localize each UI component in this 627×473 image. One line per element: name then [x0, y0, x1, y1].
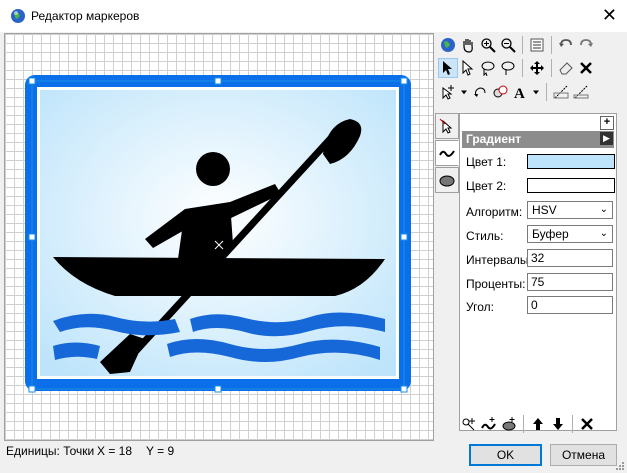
close-icon[interactable]: ✕: [602, 5, 617, 25]
hand-icon[interactable]: [458, 35, 478, 55]
title-bar: Редактор маркеров ✕: [0, 0, 627, 32]
add-section-button[interactable]: +: [600, 116, 614, 130]
svg-text:A: A: [514, 86, 525, 100]
status-y: Y = 9: [146, 444, 175, 458]
intervals-label: Интервалы:: [466, 253, 532, 267]
chevron-right-icon[interactable]: ▶: [600, 132, 613, 145]
separator: [523, 415, 524, 433]
algorithm-select[interactable]: HSV ⌄: [527, 201, 613, 219]
status-bar: Единицы: Точки X = 18 Y = 9: [4, 443, 432, 459]
color1-label: Цвет 1:: [466, 155, 507, 169]
separator: [551, 36, 552, 54]
status-x: X = 18: [97, 444, 133, 458]
move-down-icon[interactable]: [548, 414, 568, 434]
gradient-section-header[interactable]: Градиент ▶: [462, 131, 614, 148]
toolbar-row-3: A: [438, 82, 591, 102]
add-point-icon[interactable]: [438, 82, 458, 102]
angle-input[interactable]: 0: [527, 296, 613, 314]
layer-toolbar: [459, 414, 597, 434]
angle-label: Угол:: [466, 300, 494, 314]
marker-canvas[interactable]: [4, 33, 434, 441]
properties-panel: + Градиент ▶ Цвет 1: Цвет 2: Алгоритм: H…: [459, 113, 617, 431]
separator: [546, 83, 547, 101]
color1-swatch[interactable]: [527, 154, 615, 169]
line-tab[interactable]: [435, 140, 459, 166]
separator: [572, 415, 573, 433]
undo-icon[interactable]: [556, 35, 576, 55]
edit-line-alt-icon[interactable]: [571, 82, 591, 102]
add-node-icon[interactable]: [459, 414, 479, 434]
node-tab[interactable]: [435, 113, 459, 139]
lasso-node-icon[interactable]: [498, 58, 518, 78]
chevron-down-icon: ⌄: [599, 228, 608, 239]
eraser-icon[interactable]: [556, 58, 576, 78]
separator: [551, 59, 552, 77]
edit-line-icon[interactable]: [551, 82, 571, 102]
ok-button[interactable]: OK: [469, 444, 542, 466]
delete-layer-icon[interactable]: [577, 414, 597, 434]
move-up-icon[interactable]: [528, 414, 548, 434]
select-arrow-icon[interactable]: [438, 58, 458, 78]
intervals-input[interactable]: 32: [527, 249, 613, 267]
gradient-header-label: Градиент: [466, 132, 522, 146]
separator: [522, 59, 523, 77]
fill-tab[interactable]: [435, 167, 459, 193]
toolbar-row-2: [438, 58, 596, 78]
separator: [522, 36, 523, 54]
status-units: Единицы: Точки: [6, 444, 95, 458]
dropdown-arrow-icon[interactable]: [458, 82, 470, 102]
side-tabs: [435, 113, 459, 194]
toolbar-row-1: [438, 35, 596, 55]
algorithm-label: Алгоритм:: [466, 205, 523, 219]
chevron-down-icon: ⌄: [599, 204, 608, 215]
rotate-icon[interactable]: [470, 82, 490, 102]
color2-swatch[interactable]: [527, 178, 615, 193]
transform-icon[interactable]: [490, 82, 510, 102]
percents-label: Проценты:: [466, 277, 526, 291]
globe-icon[interactable]: [438, 35, 458, 55]
cancel-button[interactable]: Отмена: [550, 444, 617, 466]
add-line-icon[interactable]: [479, 414, 499, 434]
style-select[interactable]: Буфер ⌄: [527, 225, 613, 243]
lasso-icon[interactable]: [478, 58, 498, 78]
percents-input[interactable]: 75: [527, 273, 613, 291]
redo-icon[interactable]: [576, 35, 596, 55]
algorithm-value: HSV: [532, 203, 557, 217]
style-label: Стиль:: [466, 229, 504, 243]
zoom-in-icon[interactable]: [478, 35, 498, 55]
window-title: Редактор маркеров: [31, 9, 140, 23]
move-icon[interactable]: [527, 58, 547, 78]
text-dropdown-icon[interactable]: [530, 82, 542, 102]
text-icon[interactable]: A: [510, 82, 530, 102]
resize-grip-icon[interactable]: [615, 461, 625, 471]
app-globe-icon: [11, 9, 25, 23]
delete-icon[interactable]: [576, 58, 596, 78]
node-arrow-icon[interactable]: [458, 58, 478, 78]
style-value: Буфер: [532, 227, 569, 241]
color2-label: Цвет 2:: [466, 179, 507, 193]
properties-icon[interactable]: [527, 35, 547, 55]
zoom-out-icon[interactable]: [498, 35, 518, 55]
add-fill-icon[interactable]: [499, 414, 519, 434]
marker-artwork: [25, 75, 411, 393]
